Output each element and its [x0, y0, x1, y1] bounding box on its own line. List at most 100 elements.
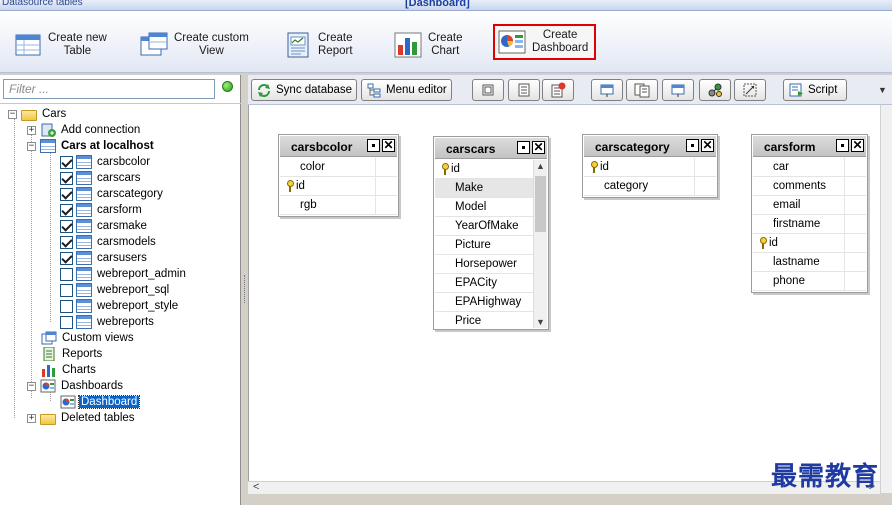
delete-field-button[interactable]: [542, 79, 574, 101]
tree-item-table[interactable]: carsmodels: [60, 234, 158, 250]
tree-item-table[interactable]: carsform: [60, 202, 144, 218]
table-checkbox[interactable]: [60, 187, 73, 201]
table-box-carsbcolor[interactable]: carsbcolor ✕ color id rgb: [278, 134, 399, 217]
table-checkbox[interactable]: [60, 299, 73, 313]
create-report-button[interactable]: Create Report: [284, 25, 353, 65]
save-layout-button[interactable]: [472, 79, 504, 101]
minimize-table-icon[interactable]: [836, 139, 849, 152]
field-row[interactable]: comments: [753, 177, 866, 196]
tree-item-table[interactable]: webreport_admin: [60, 266, 188, 282]
field-row[interactable]: EPAHighway: [435, 293, 547, 312]
tree-item-table[interactable]: webreport_sql: [60, 282, 171, 298]
tree-node-dashboards[interactable]: − Dashboards: [27, 378, 125, 394]
table-box-carscategory[interactable]: carscategory ✕ id category: [582, 134, 718, 198]
tree-node-deleted-tables[interactable]: + Deleted tables: [27, 410, 137, 426]
field-row[interactable]: EPACity: [435, 274, 547, 293]
table-checkbox[interactable]: [60, 283, 73, 297]
tree-item-dashboard[interactable]: Dashboard: [60, 394, 141, 410]
canvas-vertical-scrollbar[interactable]: [880, 105, 892, 493]
sync-database-button[interactable]: Sync database: [251, 79, 358, 101]
field-row[interactable]: firstname: [753, 215, 866, 234]
tree-item-table[interactable]: webreports: [60, 314, 156, 330]
menu-editor-button[interactable]: Menu editor: [361, 79, 452, 101]
table-checkbox[interactable]: [60, 315, 73, 329]
table-box-header[interactable]: carscategory ✕: [584, 136, 716, 157]
close-table-icon[interactable]: ✕: [532, 141, 545, 154]
field-row[interactable]: Make: [435, 179, 547, 198]
collapse-icon[interactable]: −: [8, 109, 17, 119]
create-new-table-button[interactable]: Create new Table: [14, 25, 107, 65]
scroll-down-icon[interactable]: ▼: [536, 317, 545, 327]
table-box-header[interactable]: carscars ✕: [435, 138, 547, 159]
table-checkbox[interactable]: [60, 267, 73, 281]
tree-node-custom-views[interactable]: Custom views: [41, 330, 136, 346]
close-table-icon[interactable]: ✕: [851, 139, 864, 152]
field-row[interactable]: Model: [435, 198, 547, 217]
list-view-button[interactable]: [508, 79, 540, 101]
table-checkbox[interactable]: [60, 171, 73, 185]
field-row[interactable]: YearOfMake: [435, 217, 547, 236]
tree-item-table[interactable]: carsmake: [60, 218, 149, 234]
table-box-header[interactable]: carsform ✕: [753, 136, 866, 157]
tree-item-table[interactable]: carsusers: [60, 250, 149, 266]
tree-item-table[interactable]: carscategory: [60, 186, 165, 202]
table-box-title: carscategory: [595, 140, 670, 154]
tree-item-table[interactable]: carscars: [60, 170, 142, 186]
tree-node-reports[interactable]: Reports: [41, 346, 104, 362]
close-table-icon[interactable]: ✕: [382, 139, 395, 152]
table-box-carscars[interactable]: carscars ✕ id Make Model YearOfMake Pict…: [433, 136, 549, 330]
close-table-icon[interactable]: ✕: [701, 139, 714, 152]
field-row[interactable]: id: [280, 177, 397, 196]
field-row[interactable]: Price: [435, 312, 547, 328]
create-chart-button[interactable]: Create Chart: [394, 25, 463, 65]
field-row[interactable]: id: [435, 160, 547, 179]
collapse-icon[interactable]: −: [27, 141, 36, 151]
field-row[interactable]: color: [280, 158, 397, 177]
table-checkbox[interactable]: [60, 203, 73, 217]
scroll-up-icon[interactable]: ▲: [536, 161, 545, 171]
table-box-carsform[interactable]: carsform ✕ car comments email firstname …: [751, 134, 868, 293]
field-row[interactable]: Horsepower: [435, 255, 547, 274]
table-checkbox[interactable]: [60, 251, 73, 265]
filter-input[interactable]: [4, 80, 214, 98]
expand-icon[interactable]: +: [27, 413, 36, 423]
table-box-header[interactable]: carsbcolor ✕: [280, 136, 397, 157]
script-button[interactable]: Script: [783, 79, 847, 101]
field-row[interactable]: id: [584, 158, 716, 177]
field-row[interactable]: category: [584, 177, 716, 196]
align-right-button[interactable]: [626, 79, 658, 101]
expand-icon[interactable]: +: [27, 125, 36, 135]
field-scrollbar[interactable]: ▲ ▼: [533, 160, 547, 328]
field-row[interactable]: email: [753, 196, 866, 215]
filter-box[interactable]: [3, 79, 215, 99]
scroll-left-icon[interactable]: <: [253, 481, 259, 493]
field-row[interactable]: Picture: [435, 236, 547, 255]
table-checkbox[interactable]: [60, 235, 73, 249]
tree-item-table[interactable]: webreport_style: [60, 298, 180, 314]
table-checkbox[interactable]: [60, 155, 73, 169]
minimize-table-icon[interactable]: [367, 139, 380, 152]
toolbar-overflow-icon[interactable]: ▼: [878, 85, 887, 95]
scroll-thumb[interactable]: [535, 176, 546, 232]
align-center-button[interactable]: [662, 79, 694, 101]
tree-node-connection[interactable]: − Cars at localhost: [27, 138, 156, 154]
zoom-fit-button[interactable]: [734, 79, 766, 101]
tree-item-table[interactable]: carsbcolor: [60, 154, 152, 170]
create-dashboard-button[interactable]: Create Dashboard: [493, 24, 596, 60]
minimize-table-icon[interactable]: [517, 141, 530, 154]
field-row[interactable]: rgb: [280, 196, 397, 215]
align-left-button[interactable]: [591, 79, 623, 101]
minimize-table-icon[interactable]: [686, 139, 699, 152]
field-row[interactable]: lastname: [753, 253, 866, 272]
collapse-icon[interactable]: −: [27, 381, 36, 391]
field-row[interactable]: id: [753, 234, 866, 253]
relations-button[interactable]: [699, 79, 731, 101]
tree-node-cars[interactable]: − Cars: [8, 106, 68, 122]
field-row[interactable]: car: [753, 158, 866, 177]
field-row[interactable]: phone: [753, 272, 866, 291]
tree-node-charts[interactable]: Charts: [41, 362, 98, 378]
diagram-canvas[interactable]: carsbcolor ✕ color id rgb carscars ✕ id …: [248, 105, 880, 493]
create-custom-view-button[interactable]: Create custom View: [140, 25, 249, 65]
table-checkbox[interactable]: [60, 219, 73, 233]
tree-node-add-connection[interactable]: + Add connection: [27, 122, 142, 138]
